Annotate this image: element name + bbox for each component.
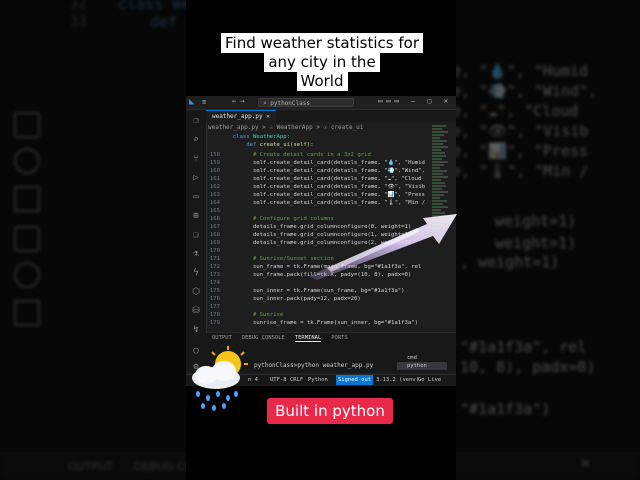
- caption-line-1: Find weather statistics for: [221, 33, 423, 53]
- terminal-list: cmd python: [397, 354, 447, 370]
- command-search[interactable]: ⌕ pythonClass: [258, 98, 354, 107]
- line-number: 176: [209, 296, 220, 302]
- code-text: self.create_detail_card(details_frame, "…: [226, 200, 426, 206]
- code-line: 159 self.create_detail_card(details_fram…: [206, 159, 428, 167]
- code-line: 178 # Sunrise: [206, 311, 428, 319]
- status-language[interactable]: Python: [308, 375, 328, 385]
- code-line: 161 self.create_detail_card(details_fram…: [206, 175, 428, 183]
- line-number: 170: [209, 248, 220, 254]
- close-icon[interactable]: ✕: [266, 113, 270, 120]
- search-icon[interactable]: ⌕: [191, 135, 201, 145]
- line-number: 168: [209, 232, 220, 238]
- remote-icon[interactable]: ▭: [191, 192, 201, 202]
- code-text: # Create detail cards in a 3x2 grid: [226, 152, 371, 158]
- line-number: 166: [209, 216, 220, 222]
- tab-terminal[interactable]: TERMINAL: [294, 335, 322, 342]
- vscode-logo-icon: ◣: [189, 97, 195, 107]
- line-number: 159: [209, 160, 220, 166]
- panel-tabs: OUTPUT DEBUG CONSOLE TERMINAL PORTS: [212, 335, 348, 342]
- source-control-icon[interactable]: ⑂: [191, 154, 201, 164]
- menu-icon[interactable]: ≡: [202, 98, 206, 106]
- code-line: 177: [206, 303, 428, 311]
- code-text: self.create_detail_card(details_frame, "…: [226, 192, 425, 198]
- code-text: self.create_detail_card(details_frame, "…: [226, 184, 426, 190]
- code-line: 164 self.create_detail_card(details_fram…: [206, 199, 428, 207]
- lightning-icon[interactable]: ϟ: [191, 268, 201, 278]
- code-line: 162 self.create_detail_card(details_fram…: [206, 183, 428, 191]
- terminal-command: pythonClass>python weather_app.py: [254, 362, 374, 369]
- testing-icon[interactable]: ⚗: [191, 249, 201, 259]
- status-signed-out[interactable]: Signed out: [336, 375, 374, 385]
- explorer-icon[interactable]: ❐: [191, 116, 201, 126]
- caption-line-2: any city in the: [264, 52, 380, 72]
- code-line: def create_ui(self):: [246, 142, 314, 148]
- nav-arrows-icon[interactable]: ← →: [232, 97, 245, 105]
- package-icon[interactable]: ⬡: [191, 287, 201, 297]
- tab-debug-console[interactable]: DEBUG CONSOLE: [242, 335, 285, 341]
- line-number: 164: [209, 200, 220, 206]
- line-number: 165: [209, 208, 220, 214]
- code-text: sun_inner = tk.Frame(sun_frame, bg="#1a1…: [226, 288, 405, 294]
- terminal-item-cmd[interactable]: cmd: [397, 354, 447, 362]
- breadcrumb: weather_app.py > ☉ WeatherApp > ☉ create…: [208, 124, 364, 131]
- line-number: 171: [209, 256, 220, 262]
- code-text: sunrise_frame = tk.Frame(sun_inner, bg="…: [226, 320, 418, 326]
- line-number: 169: [209, 240, 220, 246]
- line-number: 173: [209, 272, 220, 278]
- line-number: 160: [209, 168, 220, 174]
- code-line: 163 self.create_detail_card(details_fram…: [206, 191, 428, 199]
- code-text: self.create_detail_card(details_frame, "…: [226, 160, 425, 166]
- sun-cloud-rain-icon: [192, 346, 248, 411]
- line-number: 167: [209, 224, 220, 230]
- window-controls[interactable]: ▭▭▭ — ▢ ✕: [378, 97, 452, 105]
- line-number: 174: [209, 280, 220, 286]
- code-line: 160 self.create_detail_card(details_fram…: [206, 167, 428, 175]
- database-icon[interactable]: ⛁: [191, 306, 201, 316]
- line-number: 179: [209, 320, 220, 326]
- pointer-arrow-icon: [309, 214, 457, 280]
- run-debug-icon[interactable]: ▷: [191, 173, 201, 183]
- status-encoding[interactable]: UTF-8: [270, 375, 287, 385]
- thunder-client-icon[interactable]: ↯: [191, 325, 201, 335]
- line-number: 175: [209, 288, 220, 294]
- terminal-item-python[interactable]: python: [397, 362, 447, 370]
- line-number: 162: [209, 184, 220, 190]
- code-line: 179 sunrise_frame = tk.Frame(sun_inner, …: [206, 319, 428, 327]
- code-text: sun_inner.pack(pady=12, padx=20): [226, 296, 361, 302]
- caption-line-3: World: [296, 71, 348, 91]
- code-line: 174: [206, 279, 428, 287]
- pages-icon[interactable]: ❏: [191, 230, 201, 240]
- tab-ports[interactable]: PORTS: [331, 335, 348, 341]
- line-number: 177: [209, 304, 220, 310]
- line-number: 161: [209, 176, 220, 182]
- code-line: class WeatherApp:: [232, 134, 291, 140]
- status-go-live[interactable]: Go Live: [418, 375, 441, 385]
- extensions-icon[interactable]: ⊞: [191, 211, 201, 221]
- code-text: # Sunrise: [226, 312, 284, 318]
- search-text: pythonClass: [270, 100, 310, 107]
- line-number: 163: [209, 192, 220, 198]
- title-bar: ◣ ≡ ← → ⌕ pythonClass ▭▭▭ — ▢ ✕: [186, 96, 456, 110]
- video-caption: Find weather statistics for any city in …: [211, 33, 433, 91]
- tab-weather-app[interactable]: weather_app.py ✕: [206, 110, 276, 123]
- activity-bar: ❐ ⌕ ⑂ ▷ ▭ ⊞ ❏ ⚗ ϟ ⬡ ⛁ ↯ ◯ ⚙: [186, 110, 207, 372]
- line-number: 178: [209, 312, 220, 318]
- line-number: 158: [209, 152, 220, 158]
- status-python-version[interactable]: 3.13.2 (venv): [376, 375, 419, 385]
- code-line: 176 sun_inner.pack(pady=12, padx=20): [206, 295, 428, 303]
- code-line: 175 sun_inner = tk.Frame(sun_frame, bg="…: [206, 287, 428, 295]
- editor-tabs: weather_app.py ✕: [206, 110, 456, 123]
- tab-output[interactable]: OUTPUT: [212, 335, 232, 341]
- status-eol[interactable]: CRLF: [290, 375, 303, 385]
- code-text: self.create_detail_card(details_frame, "…: [226, 168, 425, 174]
- code-text: self.create_detail_card(details_frame, "…: [226, 176, 422, 182]
- code-line: 158 # Create detail cards in a 3x2 grid: [206, 151, 428, 159]
- line-number: 172: [209, 264, 220, 270]
- built-in-python-badge: Built in python: [267, 398, 393, 424]
